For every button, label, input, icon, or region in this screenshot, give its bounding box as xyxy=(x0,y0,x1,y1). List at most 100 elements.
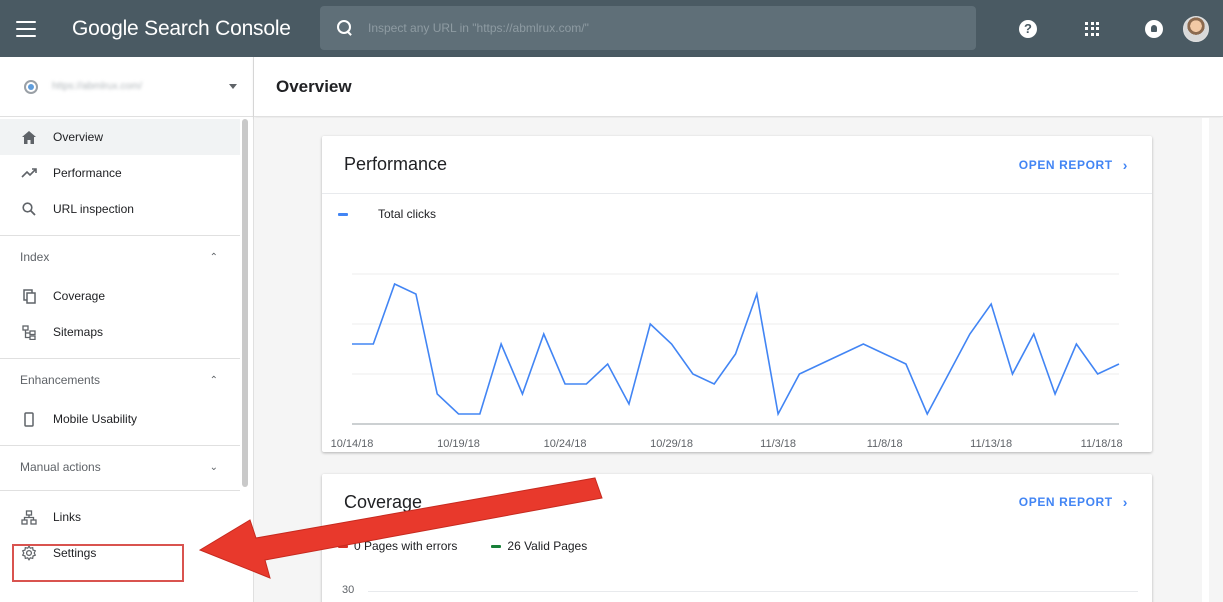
sidebar-item-overview[interactable]: Overview xyxy=(0,119,240,155)
data-point[interactable] xyxy=(542,332,546,336)
x-tick-label: 11/18/18 xyxy=(1081,438,1123,450)
data-point[interactable] xyxy=(840,352,844,356)
data-point[interactable] xyxy=(691,372,695,376)
content-scrollbar[interactable] xyxy=(1202,118,1209,602)
data-point[interactable] xyxy=(563,382,567,386)
card-header: Performance OPEN REPORT › xyxy=(322,136,1152,194)
search-input[interactable] xyxy=(368,13,928,43)
data-point[interactable] xyxy=(968,332,972,336)
gridline xyxy=(368,591,1138,592)
sidebar-item-label: Links xyxy=(53,510,82,524)
x-tick-label: 11/13/18 xyxy=(970,438,1012,450)
page-title: Overview xyxy=(276,76,352,96)
data-point[interactable] xyxy=(457,412,461,416)
x-tick-label: 10/14/18 xyxy=(331,438,374,450)
home-icon xyxy=(20,128,38,146)
data-point[interactable] xyxy=(1032,332,1036,336)
sidebar-item-sitemaps[interactable]: Sitemaps xyxy=(0,314,240,350)
data-point[interactable] xyxy=(755,292,759,296)
data-point[interactable] xyxy=(606,362,610,366)
data-point[interactable] xyxy=(584,382,588,386)
chevron-right-icon: › xyxy=(1122,494,1128,510)
data-point[interactable] xyxy=(670,342,674,346)
trending-up-icon xyxy=(20,164,38,182)
sidebar-item-label: Sitemaps xyxy=(53,325,104,339)
data-point[interactable] xyxy=(712,382,716,386)
notifications-icon[interactable] xyxy=(1145,19,1163,38)
data-point[interactable] xyxy=(627,402,631,406)
open-report-link[interactable]: OPEN REPORT › xyxy=(1019,494,1128,510)
app-title[interactable]: Google Search Console xyxy=(72,17,291,41)
data-point[interactable] xyxy=(1096,372,1100,376)
legend-label: Total clicks xyxy=(378,207,437,221)
data-point[interactable] xyxy=(414,292,418,296)
chart-legend: Total clicks xyxy=(322,194,1152,234)
data-point[interactable] xyxy=(947,372,951,376)
open-report-label: OPEN REPORT xyxy=(1018,495,1113,509)
data-point[interactable] xyxy=(1053,392,1057,396)
search-icon[interactable] xyxy=(336,19,354,37)
chevron-down-icon[interactable] xyxy=(229,84,237,89)
data-point[interactable] xyxy=(1117,362,1121,366)
top-actions: ? xyxy=(1019,0,1223,57)
sitemap-icon xyxy=(20,323,38,341)
data-point[interactable] xyxy=(1010,372,1014,376)
sidebar-item-label: Coverage xyxy=(53,289,106,303)
menu-icon[interactable] xyxy=(16,20,36,37)
search-box[interactable] xyxy=(320,6,976,50)
x-tick-label: 10/29/18 xyxy=(650,438,693,450)
apps-grid-icon[interactable] xyxy=(1085,21,1099,36)
data-point[interactable] xyxy=(904,362,908,366)
data-point[interactable] xyxy=(989,302,993,306)
chevron-up-icon[interactable]: ⌃ xyxy=(210,252,218,263)
data-point[interactable] xyxy=(648,322,652,326)
data-point[interactable] xyxy=(499,342,503,346)
open-report-label: OPEN REPORT xyxy=(1018,157,1113,172)
sidebar-item-label: Overview xyxy=(53,130,104,144)
sidebar-item-label: URL inspection xyxy=(53,202,134,216)
section-label: Index xyxy=(20,250,50,264)
help-icon[interactable]: ? xyxy=(1019,19,1037,38)
data-point[interactable] xyxy=(1074,342,1078,346)
data-point[interactable] xyxy=(819,362,823,366)
property-url: https://abmlrux.com/ xyxy=(52,81,143,92)
sidebar-item-coverage[interactable]: Coverage xyxy=(0,278,240,314)
data-point[interactable] xyxy=(520,392,524,396)
annotation-arrow xyxy=(198,477,603,579)
avatar[interactable] xyxy=(1183,15,1209,42)
x-tick-label: 11/8/18 xyxy=(867,438,903,450)
sidebar-item-performance[interactable]: Performance xyxy=(0,155,240,191)
sidebar-item-mobile-usability[interactable]: Mobile Usability xyxy=(0,401,240,437)
sidebar-item-url-inspection[interactable]: URL inspection xyxy=(0,191,240,227)
links-icon xyxy=(20,508,38,526)
search-icon xyxy=(20,200,38,218)
performance-card: Performance OPEN REPORT › Total clicks 1… xyxy=(322,136,1152,452)
data-point[interactable] xyxy=(478,412,482,416)
x-tick-label: 10/24/18 xyxy=(544,438,587,450)
data-point[interactable] xyxy=(435,392,439,396)
data-point[interactable] xyxy=(734,352,738,356)
section-index[interactable]: Index ⌃ xyxy=(0,236,240,278)
card-title: Performance xyxy=(344,154,448,174)
legend-swatch xyxy=(338,212,348,216)
data-point[interactable] xyxy=(393,282,397,286)
chevron-right-icon: › xyxy=(1122,156,1128,173)
performance-chart: 10/14/18 10/19/18 10/24/18 10/29/18 11/3/18 1… xyxy=(331,273,1123,450)
top-app-bar: Google Search Console ? xyxy=(0,0,1223,57)
section-enhancements[interactable]: Enhancements ⌃ xyxy=(0,359,240,401)
data-point[interactable] xyxy=(776,412,780,416)
data-point[interactable] xyxy=(371,342,375,346)
settings-highlight-box xyxy=(12,544,184,582)
x-tick-label: 10/19/18 xyxy=(437,438,480,450)
chevron-up-icon[interactable]: ⌃ xyxy=(210,375,218,386)
open-report-link[interactable]: OPEN REPORT › xyxy=(1019,157,1128,173)
data-point[interactable] xyxy=(350,342,354,346)
sidebar-scrollbar[interactable] xyxy=(242,119,248,487)
data-point[interactable] xyxy=(925,412,929,416)
series-line-total-clicks[interactable] xyxy=(352,282,1120,417)
data-point[interactable] xyxy=(861,342,865,346)
property-selector[interactable]: https://abmlrux.com/ xyxy=(0,57,253,117)
data-point[interactable] xyxy=(883,352,887,356)
data-point[interactable] xyxy=(797,372,801,376)
smartphone-icon xyxy=(20,410,38,428)
